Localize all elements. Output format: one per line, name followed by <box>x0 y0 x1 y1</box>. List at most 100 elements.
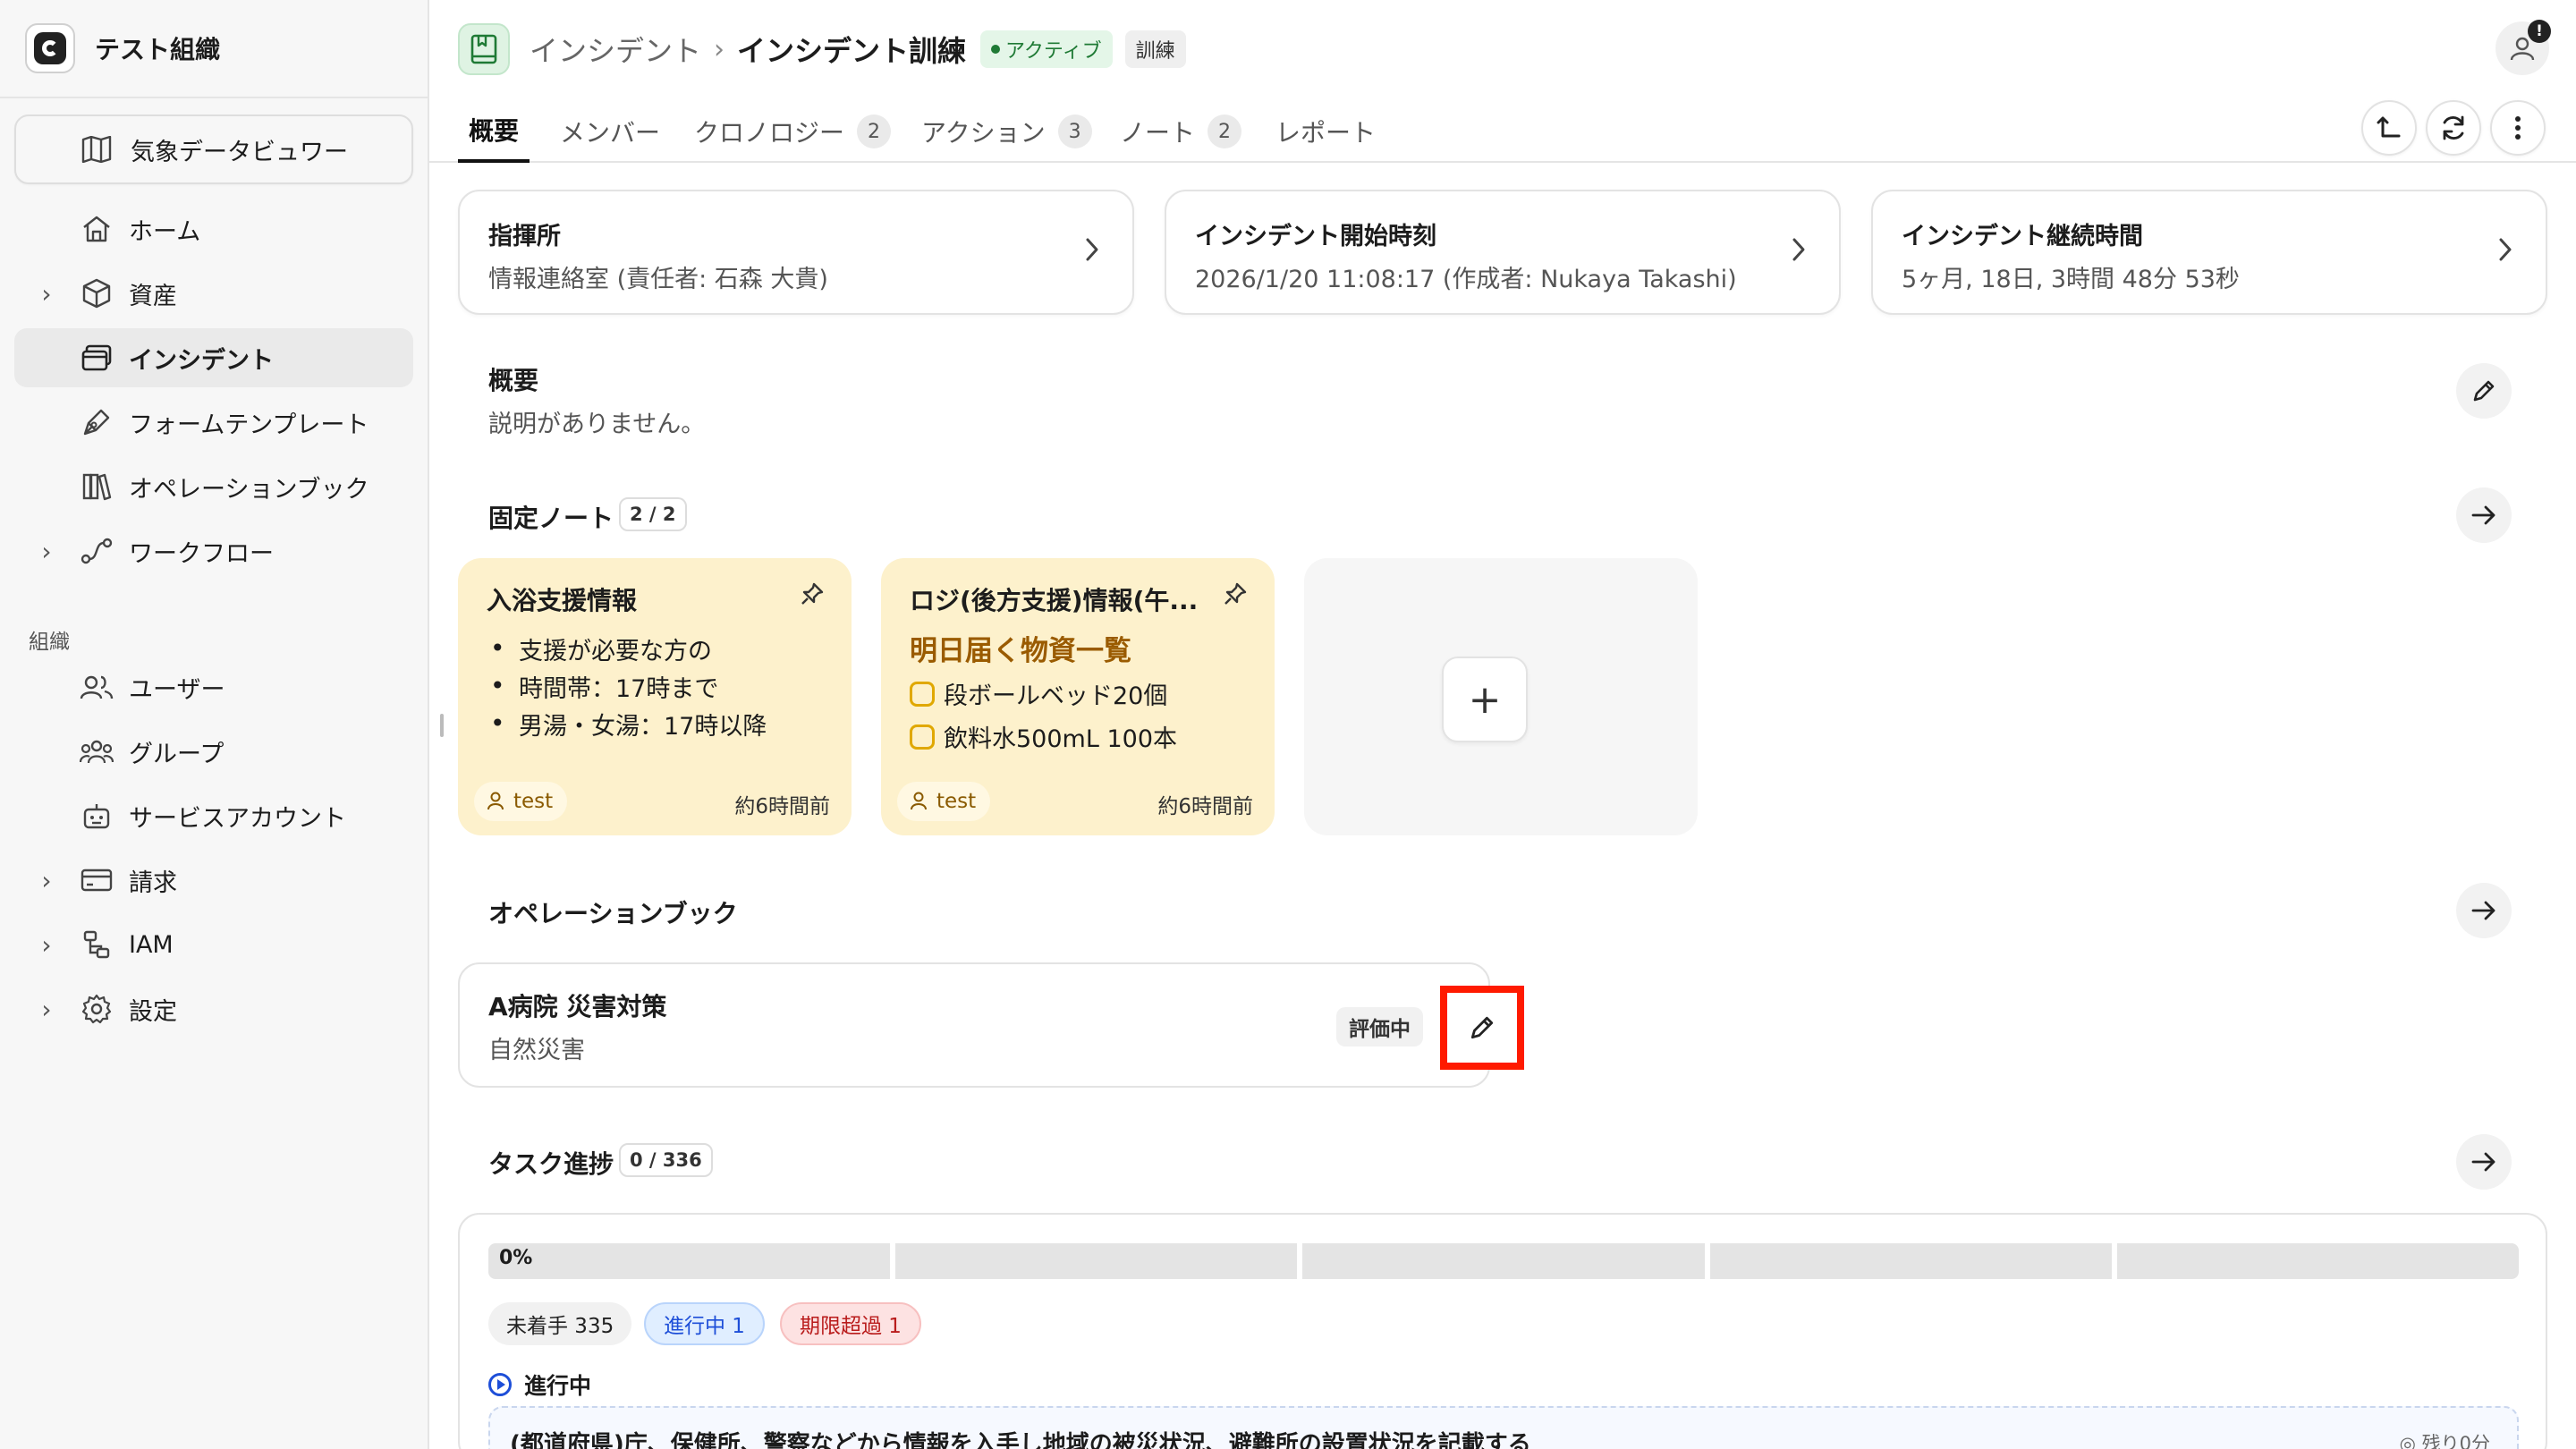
incident-book-icon <box>458 23 510 75</box>
sidebar-item-assets[interactable]: › 資産 <box>14 264 413 323</box>
tab-count: 3 <box>1057 114 1092 148</box>
breadcrumb-incidents[interactable]: インシデント <box>530 29 701 70</box>
sidebar-item-users[interactable]: ユーザー <box>14 657 413 716</box>
add-pinned-note-area: + <box>1304 558 1698 835</box>
note-checklist-item[interactable]: 飲料水500mL 100本 <box>910 719 1177 754</box>
pinned-note-card[interactable]: 入浴支援情報 支援が必要な方の 時間帯：17時まで 男湯・女湯：17時以降 te… <box>458 558 852 835</box>
sidebar-item-home[interactable]: ホーム <box>14 199 413 258</box>
task-row[interactable]: (都道府県)庁、保健所、警察などから情報を入手し地域の被災状況、避難所の設置状況… <box>488 1406 2519 1449</box>
weather-viewer-button[interactable]: 気象データビュワー <box>14 114 413 184</box>
sidebar-item-label: オペレーションブック <box>129 475 369 504</box>
chevron-right-icon[interactable]: › <box>34 537 59 566</box>
incident-duration-card[interactable]: インシデント継続時間 5ヶ月, 18日, 3時間 48分 53秒 <box>1871 190 2547 315</box>
org-name: テスト組織 <box>95 35 221 64</box>
tab-label: クロノロジー <box>694 118 845 148</box>
sidebar-item-groups[interactable]: グループ <box>14 722 413 781</box>
play-circle-icon <box>488 1373 512 1396</box>
chevron-right-icon[interactable]: › <box>34 279 59 309</box>
status-badge-active: アクティブ <box>980 30 1113 68</box>
note-bullet: 男湯・女湯：17時以降 <box>519 713 767 741</box>
tab-actions[interactable]: アクション 3 <box>921 100 1092 163</box>
checkbox-icon[interactable] <box>910 681 935 707</box>
users-icon <box>79 669 114 705</box>
operation-book-card[interactable]: A病院 災害対策 自然災害 評価中 <box>458 962 1524 1088</box>
sidebar-item-label: 資産 <box>129 282 177 310</box>
pin-icon[interactable] <box>1223 581 1248 610</box>
evaluation-status-badge: 評価中 <box>1336 1007 1423 1046</box>
sidebar-item-settings[interactable]: › 設定 <box>14 979 413 1038</box>
in-progress-label: 進行中 <box>524 1373 592 1399</box>
sidebar-item-workflows[interactable]: › ワークフロー <box>14 521 413 580</box>
pinned-notes-open-button[interactable] <box>2456 487 2512 543</box>
status-dot-icon <box>991 45 1001 54</box>
sidebar-item-label: ユーザー <box>129 675 225 704</box>
add-pinned-note-button[interactable]: + <box>1442 657 1528 742</box>
incident-start-card[interactable]: インシデント開始時刻 2026/1/20 11:08:17 (作成者: Nuka… <box>1165 190 1841 315</box>
pin-icon[interactable] <box>800 581 825 610</box>
org-switcher[interactable]: テスト組織 <box>0 0 428 98</box>
checkbox-icon[interactable] <box>910 724 935 750</box>
tab-notes[interactable]: ノート 2 <box>1120 100 1242 163</box>
arrow-right-icon <box>2471 901 2496 920</box>
pinned-note-card[interactable]: ロジ(後方支援)情報(午... 明日届く物資一覧 段ボールベッド20個 飲料水5… <box>881 558 1275 835</box>
note-bullet-cont: 時間帯：17時まで <box>519 675 719 703</box>
tab-report[interactable]: レポート <box>1275 100 1376 163</box>
box-icon <box>79 275 114 311</box>
checklist-label: 飲料水500mL 100本 <box>944 725 1177 753</box>
task-badge-in-progress[interactable]: 進行中 1 <box>644 1302 765 1345</box>
user-avatar[interactable]: ! <box>2496 20 2551 75</box>
edit-operation-book-button[interactable] <box>1440 986 1524 1070</box>
chevron-right-icon[interactable]: › <box>34 995 59 1024</box>
task-badge-not-started[interactable]: 未着手 335 <box>488 1302 632 1345</box>
page-title: インシデント訓練 <box>737 34 967 68</box>
gear-icon <box>79 991 114 1027</box>
training-badge: 訓練 <box>1124 30 1186 68</box>
tab-overview[interactable]: 概要 <box>458 100 530 163</box>
sidebar-item-form-templates[interactable]: フォームテンプレート <box>14 393 413 452</box>
pinned-count: 2 / 2 <box>619 497 687 531</box>
corner-up-left-icon <box>2377 116 2401 138</box>
tab-members[interactable]: メンバー <box>560 100 660 163</box>
sidebar-item-iam[interactable]: › IAM <box>14 915 413 974</box>
refresh-icon <box>2443 115 2464 140</box>
summary-title: 概要 <box>488 366 539 395</box>
card-title: インシデント開始時刻 <box>1195 223 1436 250</box>
task-progress-open-button[interactable] <box>2456 1134 2512 1190</box>
note-checklist-item[interactable]: 段ボールベッド20個 <box>910 676 1167 711</box>
main-content: インシデント › インシデント訓練 アクティブ 訓練 ! 概要 メンバー クロノ… <box>429 0 2576 1449</box>
command-post-card[interactable]: 指揮所 情報連絡室 (責任者: 石森 大貴) <box>458 190 1134 315</box>
task-progress-count: 0 / 336 <box>619 1143 713 1177</box>
sidebar-item-billing[interactable]: › 請求 <box>14 851 413 910</box>
card-title: インシデント継続時間 <box>1902 223 2143 250</box>
more-menu-button[interactable] <box>2490 100 2546 156</box>
sidebar-item-service-accounts[interactable]: サービスアカウント <box>14 786 413 845</box>
tab-bar: 概要 メンバー クロノロジー 2 アクション 3 ノート 2 レポート <box>429 100 2576 163</box>
edit-summary-button[interactable] <box>2456 363 2512 419</box>
card-value: 2026/1/20 11:08:17 (作成者: Nukaya Takashi) <box>1195 266 1737 293</box>
operation-book-open-button[interactable] <box>2456 883 2512 938</box>
tab-chronology[interactable]: クロノロジー 2 <box>694 100 892 163</box>
task-progress-title: タスク進捗 <box>488 1149 614 1179</box>
tab-count: 2 <box>857 114 892 148</box>
workflow-icon <box>79 533 114 569</box>
export-button[interactable] <box>2361 100 2417 156</box>
operation-book-category: 自然災害 <box>488 1037 585 1064</box>
note-author-name: test <box>936 790 977 813</box>
sidebar-item-operation-books[interactable]: オペレーションブック <box>14 457 413 516</box>
more-vertical-icon <box>2515 116 2521 140</box>
pen-tool-icon <box>79 404 114 440</box>
note-author: test <box>897 782 991 821</box>
summary-text: 説明がありません。 <box>488 411 706 438</box>
sidebar-item-label: ホーム <box>129 217 201 246</box>
sidebar-item-label: サービスアカウント <box>129 804 346 833</box>
chevron-right-icon[interactable]: › <box>34 866 59 895</box>
task-badge-overdue[interactable]: 期限超過 1 <box>780 1302 921 1345</box>
note-title: 入浴支援情報 <box>487 586 638 615</box>
refresh-button[interactable] <box>2426 100 2481 156</box>
tab-label: 概要 <box>469 116 520 146</box>
chevron-right-icon <box>2497 236 2513 267</box>
sidebar-item-label: IAM <box>129 930 174 959</box>
chevron-right-icon[interactable]: › <box>34 930 59 960</box>
sidebar-item-incidents[interactable]: インシデント <box>14 328 413 387</box>
chevron-right-icon <box>1084 236 1100 267</box>
